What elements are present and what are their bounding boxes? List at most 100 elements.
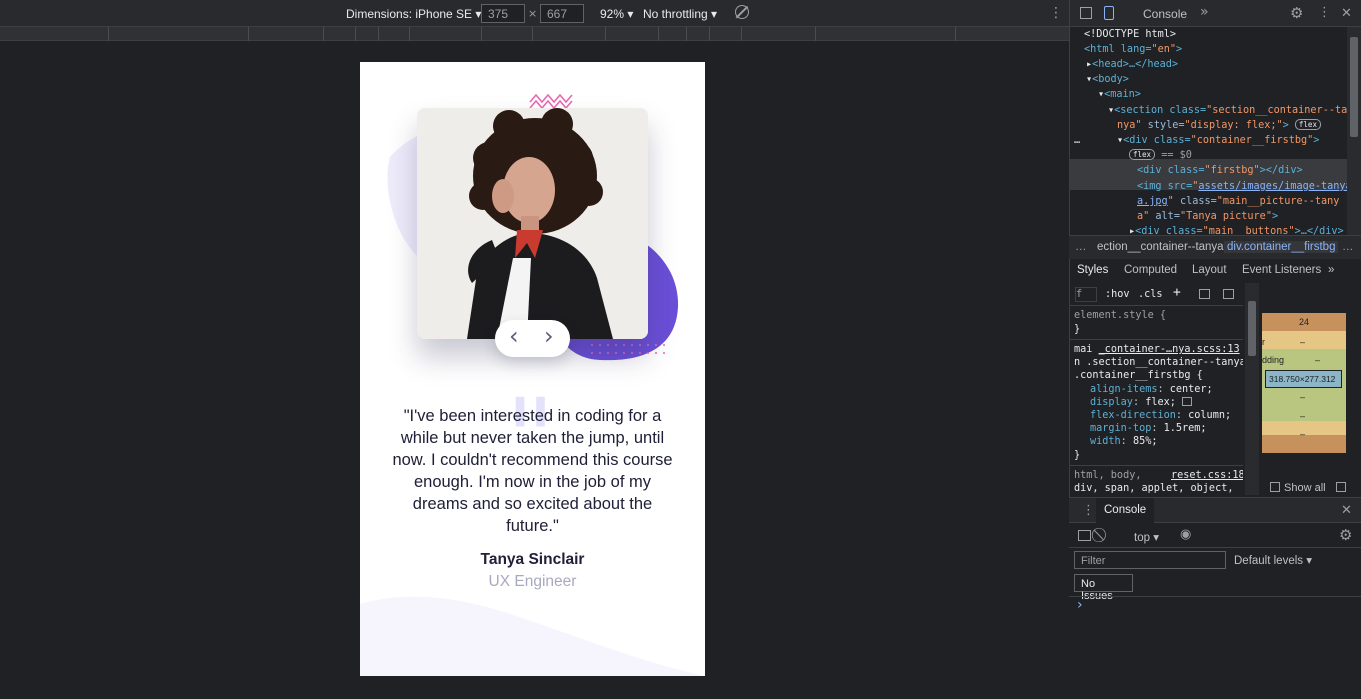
- eye-icon[interactable]: ◉: [1180, 528, 1191, 541]
- source-link[interactable]: _container-…nya.scss:13: [1099, 344, 1240, 355]
- console-prompt[interactable]: ›: [1077, 597, 1083, 613]
- device-height-input[interactable]: 667: [540, 4, 584, 23]
- checkbox-icon[interactable]: [1270, 482, 1280, 492]
- dom-firstbg[interactable]: <div class="firstbg"></div>: [1137, 163, 1303, 178]
- box-model-border-label: r: [1262, 337, 1265, 347]
- reset-source-link[interactable]: reset.css:18: [1171, 469, 1243, 482]
- dom-doctype[interactable]: <!DOCTYPE html>: [1084, 27, 1176, 42]
- css-prop-align-items[interactable]: align-items: center;: [1090, 383, 1213, 396]
- gear-icon[interactable]: ⚙: [1339, 528, 1352, 543]
- context-selector[interactable]: top ▾: [1134, 530, 1159, 544]
- slider-buttons: ‹ ›: [495, 320, 570, 357]
- context-label: top: [1134, 532, 1150, 544]
- box-model-margin-value: 24: [1299, 317, 1310, 327]
- console-drawer: ⋮ Console ✕ ⃠ top ▾ ◉ ⚙ Filter Default l…: [1069, 497, 1361, 699]
- author-name: Tanya Sinclair: [480, 551, 585, 568]
- zoom-dropdown[interactable]: 92% ▾: [600, 7, 633, 21]
- box-model-content[interactable]: 318.750×277.312: [1265, 370, 1342, 388]
- device-dimensions-dropdown[interactable]: Dimensions: iPhone SE ▾: [346, 7, 481, 21]
- box-model-padding-label: dding: [1262, 355, 1285, 365]
- media-query-ruler[interactable]: [0, 27, 1069, 41]
- console-filter-input[interactable]: Filter: [1074, 551, 1226, 569]
- gear-icon[interactable]: ⚙: [1290, 6, 1303, 21]
- hov-toggle[interactable]: :hov: [1105, 288, 1130, 301]
- times-sign: ×: [528, 7, 538, 20]
- close-icon[interactable]: ✕: [1341, 7, 1352, 20]
- css-prop-width[interactable]: width: 85%;: [1090, 435, 1158, 448]
- log-levels-dropdown[interactable]: Default levels ▾: [1234, 553, 1312, 567]
- flex-badge[interactable]: flex: [1294, 119, 1321, 130]
- drawer-menu-icon[interactable]: ⋮: [1082, 504, 1095, 517]
- rotate-icon[interactable]: [735, 5, 749, 19]
- dom-buttons[interactable]: ▸<div class="main__buttons">…</div>: [1129, 224, 1344, 235]
- box-model-margin-bottom: –: [1300, 429, 1306, 439]
- css-prop-margin-top[interactable]: margin-top: 1.5rem;: [1090, 422, 1207, 435]
- box-model-border-bottom: –: [1300, 411, 1306, 421]
- flexbox-editor-icon[interactable]: [1182, 397, 1193, 406]
- chevron-down-icon: ▾: [711, 7, 718, 21]
- css-prop-flex-direction[interactable]: flex-direction: column;: [1090, 409, 1231, 422]
- rule-selector[interactable]: n .section__container--tanya: [1074, 356, 1243, 369]
- more-options-icon[interactable]: ⋮: [1318, 6, 1331, 19]
- dom-section-cont[interactable]: nya" style="display: flex;"> flex: [1117, 118, 1321, 133]
- dom-img-cont[interactable]: a.jpg" class="main__picture--tany: [1137, 194, 1339, 209]
- dom-head[interactable]: ▸<head>…</head>: [1086, 57, 1178, 72]
- dom-main[interactable]: ▾<main>: [1098, 87, 1141, 102]
- checkbox-icon[interactable]: [1336, 482, 1346, 492]
- show-all-checkbox[interactable]: Show all: [1270, 482, 1326, 494]
- dom-tree-scrollbar[interactable]: [1347, 27, 1361, 235]
- inspect-element-icon[interactable]: [1080, 7, 1092, 19]
- previous-button[interactable]: ‹: [509, 322, 519, 350]
- tab-console[interactable]: Console: [1143, 7, 1187, 21]
- box-model-diagram: 24 r – dding – 318.750×277.312 – – – Sho…: [1262, 283, 1361, 495]
- rule-selector-cont[interactable]: .container__firstbg {: [1074, 369, 1203, 382]
- show-all-label: Show all: [1284, 482, 1326, 494]
- dom-img-cont2[interactable]: a" alt="Tanya picture">: [1137, 209, 1278, 224]
- css-prop-display[interactable]: display: flex;: [1090, 396, 1193, 409]
- testimonial-text: "I've been interested in coding for a wh…: [392, 407, 673, 535]
- throttling-dropdown[interactable]: No throttling ▾: [643, 7, 717, 21]
- dom-ellipsis[interactable]: …: [1074, 133, 1080, 148]
- sidebar-toggle-icon[interactable]: [1078, 530, 1091, 541]
- log-levels-label: Default levels: [1234, 555, 1304, 567]
- element-style-rule[interactable]: element.style {: [1074, 309, 1166, 322]
- author-role: UX Engineer: [488, 573, 577, 590]
- elements-dom-tree[interactable]: <!DOCTYPE html> <html lang="en"> ▸<head>…: [1070, 27, 1349, 235]
- device-toolbar: Dimensions: iPhone SE ▾ 375 × 667 92% ▾ …: [0, 0, 1069, 27]
- chevron-down-icon: ▾: [1153, 532, 1159, 544]
- zoom-level: 92%: [600, 7, 625, 21]
- chevron-down-icon: ▾: [1306, 555, 1313, 567]
- chevron-down-icon: ▾: [627, 7, 634, 21]
- cls-toggle[interactable]: .cls: [1138, 288, 1163, 301]
- dom-html[interactable]: <html lang="en">: [1084, 42, 1182, 57]
- dom-selected-div[interactable]: ▾<div class="container__firstbg">: [1117, 133, 1319, 148]
- styles-pane: f :hov .cls + element.style { } mai _con…: [1069, 283, 1243, 495]
- dom-section[interactable]: ▾<section class="section__container--ta: [1108, 103, 1347, 118]
- reset-rule-selector[interactable]: html, body,: [1074, 469, 1141, 482]
- styles-filter-input[interactable]: f: [1075, 287, 1097, 302]
- paint-icon[interactable]: [1199, 289, 1210, 299]
- device-toggle-icon[interactable]: [1104, 6, 1114, 20]
- console-drawer-tabbar: ⋮ Console ✕: [1069, 498, 1361, 523]
- bottom-curve-shape: [360, 596, 705, 676]
- tab-console-drawer[interactable]: Console: [1096, 498, 1155, 523]
- issues-button[interactable]: No Issues: [1074, 574, 1133, 602]
- dom-img[interactable]: <img src="assets/images/image-tanya: [1137, 179, 1349, 194]
- reset-rule-selector-cont[interactable]: div, span, applet, object,: [1074, 482, 1233, 495]
- dom-selected-div-cont[interactable]: flex == $0: [1129, 148, 1192, 163]
- console-toolbar: ⃠ top ▾ ◉ ⚙: [1069, 523, 1361, 548]
- new-style-rule-button[interactable]: +: [1173, 286, 1181, 299]
- device-dimensions-label: Dimensions: iPhone SE: [346, 7, 473, 21]
- more-tabs-icon[interactable]: »: [1200, 4, 1209, 20]
- styles-scrollbar[interactable]: [1245, 283, 1259, 495]
- close-icon[interactable]: ✕: [1341, 504, 1352, 517]
- next-button[interactable]: ›: [544, 322, 554, 350]
- device-width-input[interactable]: 375: [481, 4, 525, 23]
- dom-body[interactable]: ▾<body>: [1086, 72, 1129, 87]
- rule-source[interactable]: mai _container-…nya.scss:13: [1074, 343, 1240, 356]
- throttling-label: No throttling: [643, 7, 708, 21]
- more-options-icon[interactable]: ⋮: [1049, 5, 1063, 21]
- flex-badge[interactable]: flex: [1129, 149, 1156, 160]
- sidebar-toggle-icon[interactable]: [1223, 289, 1234, 299]
- rule-close: }: [1074, 450, 1081, 461]
